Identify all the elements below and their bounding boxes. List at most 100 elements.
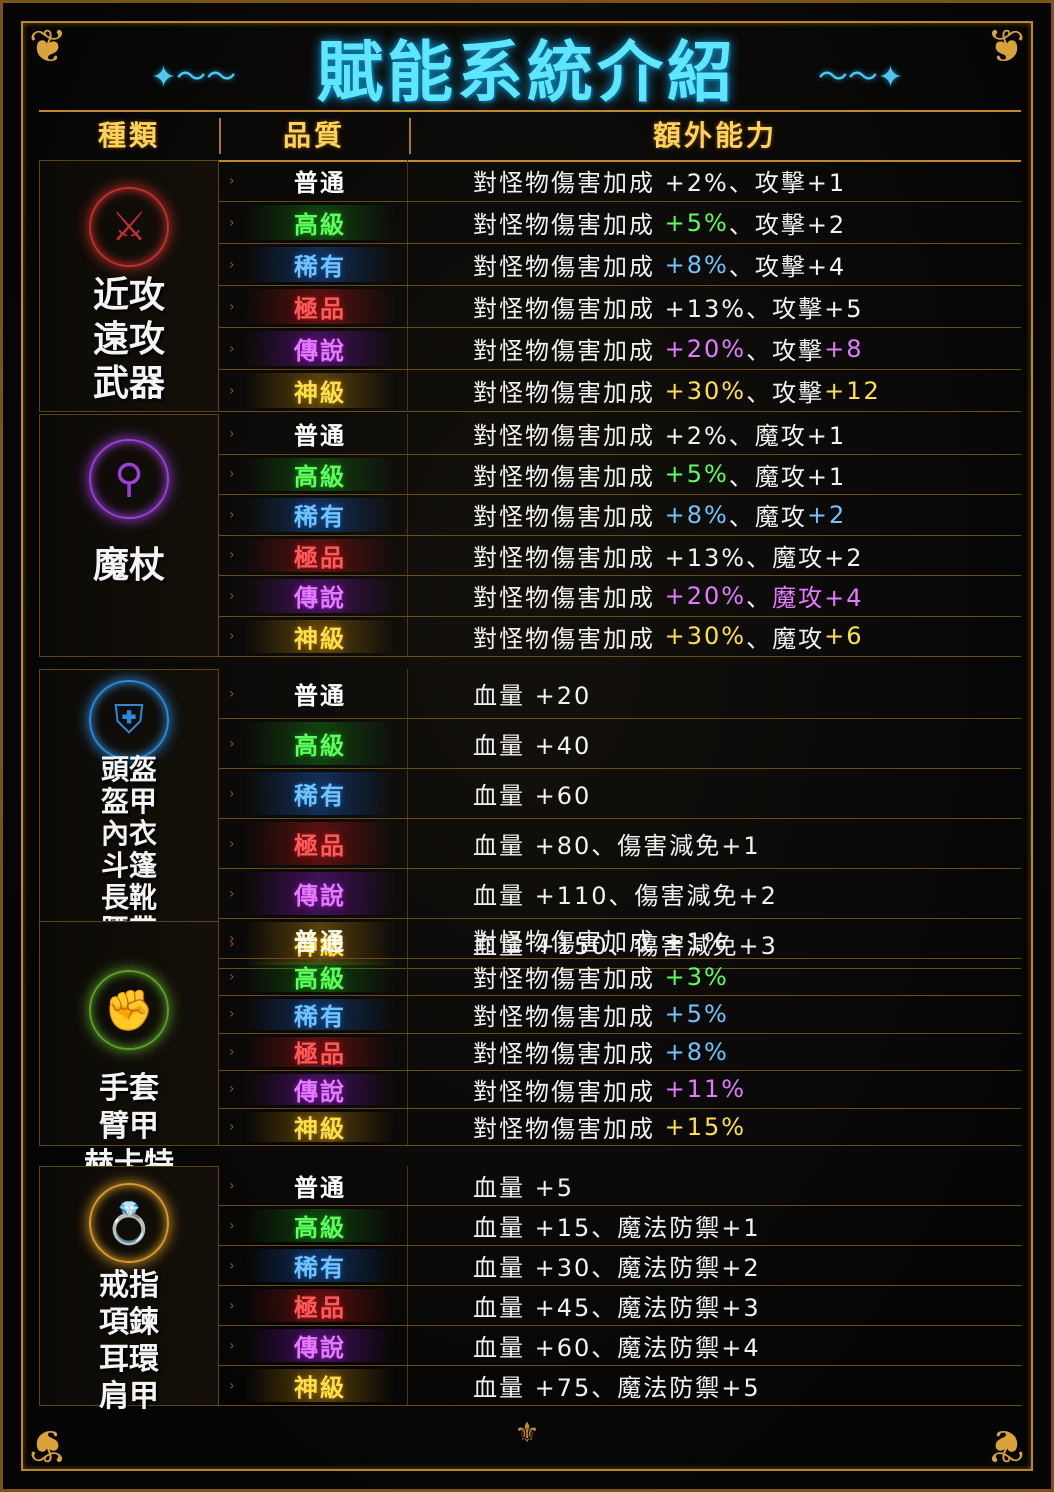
- table-row: › 神級 對怪物傷害加成 +30% 、攻擊 +12: [219, 370, 1021, 412]
- row-arrow-icon: ›: [229, 298, 235, 315]
- ability-text-segment: 對怪物傷害加成: [473, 379, 665, 407]
- quality-badge: 傳說: [245, 872, 395, 915]
- extra-ability-text: 對怪物傷害加成 +13%、魔攻+2: [473, 536, 863, 576]
- extra-ability-text: 對怪物傷害加成 +15%: [473, 1109, 746, 1146]
- quality-badge: 高級: [245, 1209, 395, 1242]
- row-arrow-icon: ›: [229, 506, 235, 523]
- row-arrow-icon: ›: [229, 425, 235, 442]
- table-row: › 稀有 血量 +30、魔法防禦+2: [219, 1246, 1021, 1286]
- ability-text-segment: 對怪物傷害加成: [473, 1115, 665, 1144]
- quality-badge: 普通: [294, 682, 346, 710]
- quality-badge: 極品: [245, 822, 395, 865]
- row-arrow-icon: ›: [229, 1118, 235, 1135]
- ability-text-segment: 對怪物傷害加成: [473, 1002, 665, 1031]
- highlight-value: +8%: [664, 1037, 729, 1066]
- row-arrow-icon: ›: [229, 1377, 235, 1394]
- category-group: ⚲ 魔杖 › 普通 對怪物傷害加成 +2%、魔攻+1 › 高級 對怪物傷害加成 +5% 、魔攻+…: [39, 414, 1021, 657]
- extra-ability-text: 血量 +60: [473, 769, 591, 818]
- ability-text-segment: 對怪物傷害加成 +13%、攻擊+5: [473, 295, 864, 323]
- row-arrow-icon: ›: [229, 1177, 235, 1194]
- extra-ability-text: 對怪物傷害加成 +20%、魔攻+4: [473, 576, 863, 616]
- category-cell: ✊ 手套 臂甲 赫卡特: [39, 921, 219, 1182]
- column-divider: [407, 1166, 408, 1205]
- quality-badge: 神級: [245, 1111, 395, 1143]
- quality-badge: 高級: [245, 961, 395, 993]
- table-row: › 傳說 對怪物傷害加成 +11%: [219, 1071, 1021, 1109]
- column-divider: [407, 1246, 408, 1285]
- highlight-value: +3%: [664, 962, 729, 991]
- column-divider: [407, 576, 408, 616]
- ability-text-segment: 、攻擊: [746, 379, 825, 407]
- ability-text-segment: 血量 +45、魔法防禦+3: [473, 1294, 761, 1322]
- quality-badge: 稀有: [245, 1249, 395, 1282]
- table-row: › 普通 血量 +5: [219, 1166, 1021, 1206]
- column-divider: [407, 958, 408, 995]
- ability-text-segment: 、魔攻: [746, 624, 825, 653]
- extra-ability-text: 血量 +15、魔法防禦+1: [473, 1206, 761, 1245]
- ability-text-segment: 血量 +20: [473, 682, 592, 710]
- column-divider: [407, 1108, 408, 1145]
- column-divider: [407, 1286, 408, 1325]
- highlight-value: +8%: [664, 500, 729, 529]
- table-row: › 極品 對怪物傷害加成 +13%、魔攻+2: [219, 535, 1021, 576]
- quality-badge: 極品: [245, 538, 395, 572]
- extra-ability-text: 對怪物傷害加成 +8% 、魔攻 +2: [473, 495, 846, 535]
- highlight-value: +11%: [664, 1075, 747, 1104]
- quality-badge: 極品: [245, 289, 395, 324]
- row-arrow-icon: ›: [229, 1337, 235, 1354]
- quality-badge: 稀有: [245, 999, 395, 1031]
- quality-badge: 高級: [245, 457, 395, 491]
- highlight-value: +6: [824, 622, 864, 651]
- column-divider: [407, 616, 408, 656]
- extra-ability-text: 血量 +60、魔法防禦+4: [473, 1326, 761, 1365]
- row-arrow-icon: ›: [229, 1217, 235, 1234]
- table-row: › 稀有 對怪物傷害加成 +8% 、攻擊+4: [219, 244, 1021, 286]
- quality-badge: 高級: [245, 722, 395, 765]
- column-divider: [407, 769, 408, 818]
- extra-ability-text: 對怪物傷害加成 +13%、攻擊+5: [473, 286, 863, 327]
- column-divider: [407, 1326, 408, 1365]
- extra-ability-text: 血量 +30、魔法防禦+2: [473, 1246, 761, 1285]
- quality-badge: 傳說: [245, 1074, 395, 1106]
- highlight-value: +5%: [664, 208, 729, 237]
- extra-ability-text: 對怪物傷害加成 +2%、魔攻+1: [473, 414, 846, 454]
- table-row: › 傳說 對怪物傷害加成 +20% 、攻擊 +8: [219, 328, 1021, 370]
- extra-ability-text: 血量 +45、魔法防禦+3: [473, 1286, 761, 1325]
- ability-text-segment: 對怪物傷害加成: [473, 211, 665, 239]
- quality-badge: 高級: [245, 205, 395, 240]
- highlight-value: +30%: [664, 376, 747, 405]
- row-arrow-icon: ›: [229, 931, 235, 948]
- column-divider: [407, 535, 408, 575]
- column-divider: [407, 370, 408, 411]
- column-divider: [407, 1206, 408, 1245]
- row-arrow-icon: ›: [229, 1257, 235, 1274]
- extra-ability-text: 血量 +110、傷害減免+2: [473, 869, 778, 918]
- highlight-value: +5%: [664, 1000, 729, 1029]
- ability-text-segment: 對怪物傷害加成 +2%、魔攻+1: [473, 422, 847, 451]
- crossed-swords-icon: ⚔: [89, 187, 169, 267]
- ability-text-segment: 血量 +15、魔法防禦+1: [473, 1214, 761, 1242]
- ability-text-segment: 對怪物傷害加成: [473, 965, 665, 994]
- column-divider: [407, 286, 408, 327]
- highlight-value: 魔攻+4: [772, 584, 864, 613]
- ability-text-segment: 血量 +30、魔法防禦+2: [473, 1254, 761, 1282]
- ability-text-segment: 對怪物傷害加成: [473, 462, 665, 491]
- column-divider: [407, 921, 408, 958]
- table-row: › 稀有 對怪物傷害加成 +8% 、魔攻 +2: [219, 495, 1021, 536]
- quality-badge: 普通: [294, 422, 346, 451]
- category-name: 戒指 項鍊 耳環 肩甲: [99, 1268, 159, 1414]
- highlight-value: +30%: [664, 622, 747, 651]
- quality-badge: 稀有: [245, 247, 395, 282]
- highlight-value: +8%: [664, 250, 729, 279]
- extra-ability-text: 血量 +40: [473, 719, 591, 768]
- row-arrow-icon: ›: [229, 628, 235, 645]
- ability-text-segment: 血量 +5: [473, 1174, 575, 1202]
- column-divider: [407, 244, 408, 285]
- row-arrow-icon: ›: [229, 968, 235, 985]
- table-row: › 高級 血量 +15、魔法防禦+1: [219, 1206, 1021, 1246]
- highlight-value: +5%: [664, 460, 729, 489]
- row-arrow-icon: ›: [229, 256, 235, 273]
- column-divider: [407, 454, 408, 494]
- table-row: › 高級 血量 +40: [219, 719, 1021, 769]
- bottom-ornament-icon: ⚜: [514, 1416, 540, 1449]
